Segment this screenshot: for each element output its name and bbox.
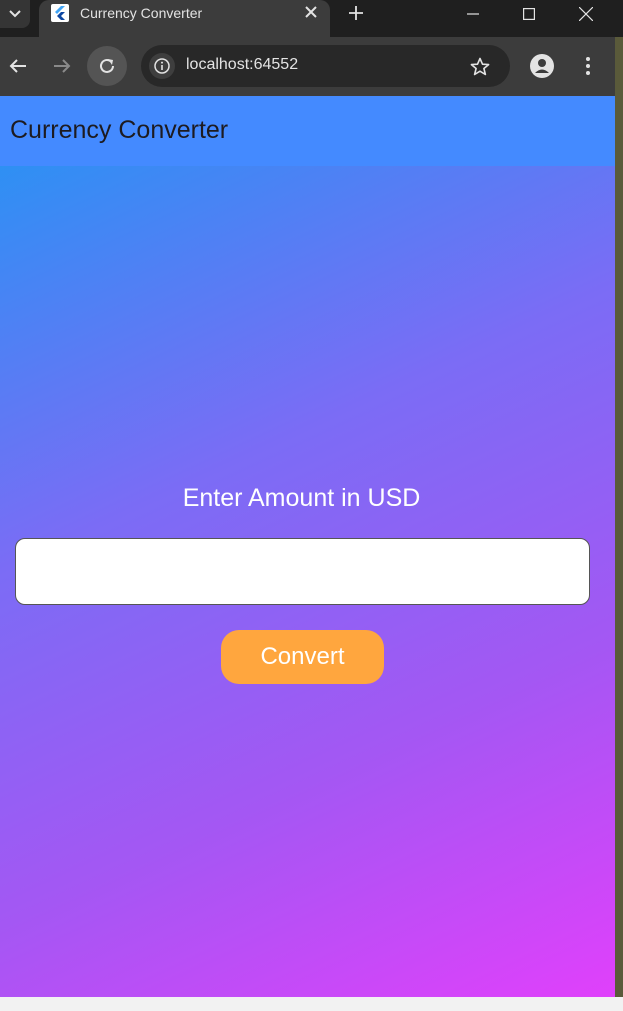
browser-tab[interactable]: Currency Converter [39,0,330,37]
address-bar[interactable]: localhost:64552 [141,45,510,87]
site-info-button[interactable] [149,53,175,79]
star-icon [470,57,490,76]
desktop-background-bottom [0,997,623,1011]
window-close-button[interactable] [558,0,614,28]
maximize-icon [523,8,535,20]
tab-search-button[interactable] [0,0,30,28]
plus-icon [349,6,363,20]
amount-input[interactable] [15,538,590,605]
bookmark-button[interactable] [467,54,493,80]
reload-icon [100,58,114,73]
arrow-right-icon [54,59,71,73]
more-vertical-icon [586,57,590,75]
minimize-button[interactable] [445,0,501,28]
browser-toolbar: localhost:64552 [0,37,615,96]
tab-strip: Currency Converter [0,0,623,37]
reload-button[interactable] [87,46,127,86]
back-button[interactable] [4,52,32,80]
chevron-down-icon [9,10,21,18]
amount-label: Enter Amount in USD [182,484,421,512]
app-bar: Currency Converter [0,96,615,166]
arrow-left-icon [9,59,26,73]
close-icon [579,7,593,21]
browser-menu-button[interactable] [574,52,602,80]
desktop-background [615,37,623,1011]
new-tab-button[interactable] [344,2,368,24]
browser-window: Currency Converter localhost:64552 Curre… [0,0,623,1011]
tab-title: Currency Converter [80,5,203,21]
minimize-icon [467,13,479,15]
profile-button[interactable] [528,52,556,80]
app-viewport: Currency Converter Enter Amount in USD C… [0,96,615,997]
profile-icon [530,54,554,78]
maximize-button[interactable] [501,0,557,28]
forward-button[interactable] [48,52,76,80]
page-title: Currency Converter [10,116,229,144]
convert-button[interactable]: Convert [221,630,384,684]
info-icon [154,58,170,74]
url-text[interactable]: localhost:64552 [186,56,298,74]
flutter-icon [51,4,69,22]
close-icon [305,6,317,18]
tab-close-button[interactable] [301,2,321,22]
